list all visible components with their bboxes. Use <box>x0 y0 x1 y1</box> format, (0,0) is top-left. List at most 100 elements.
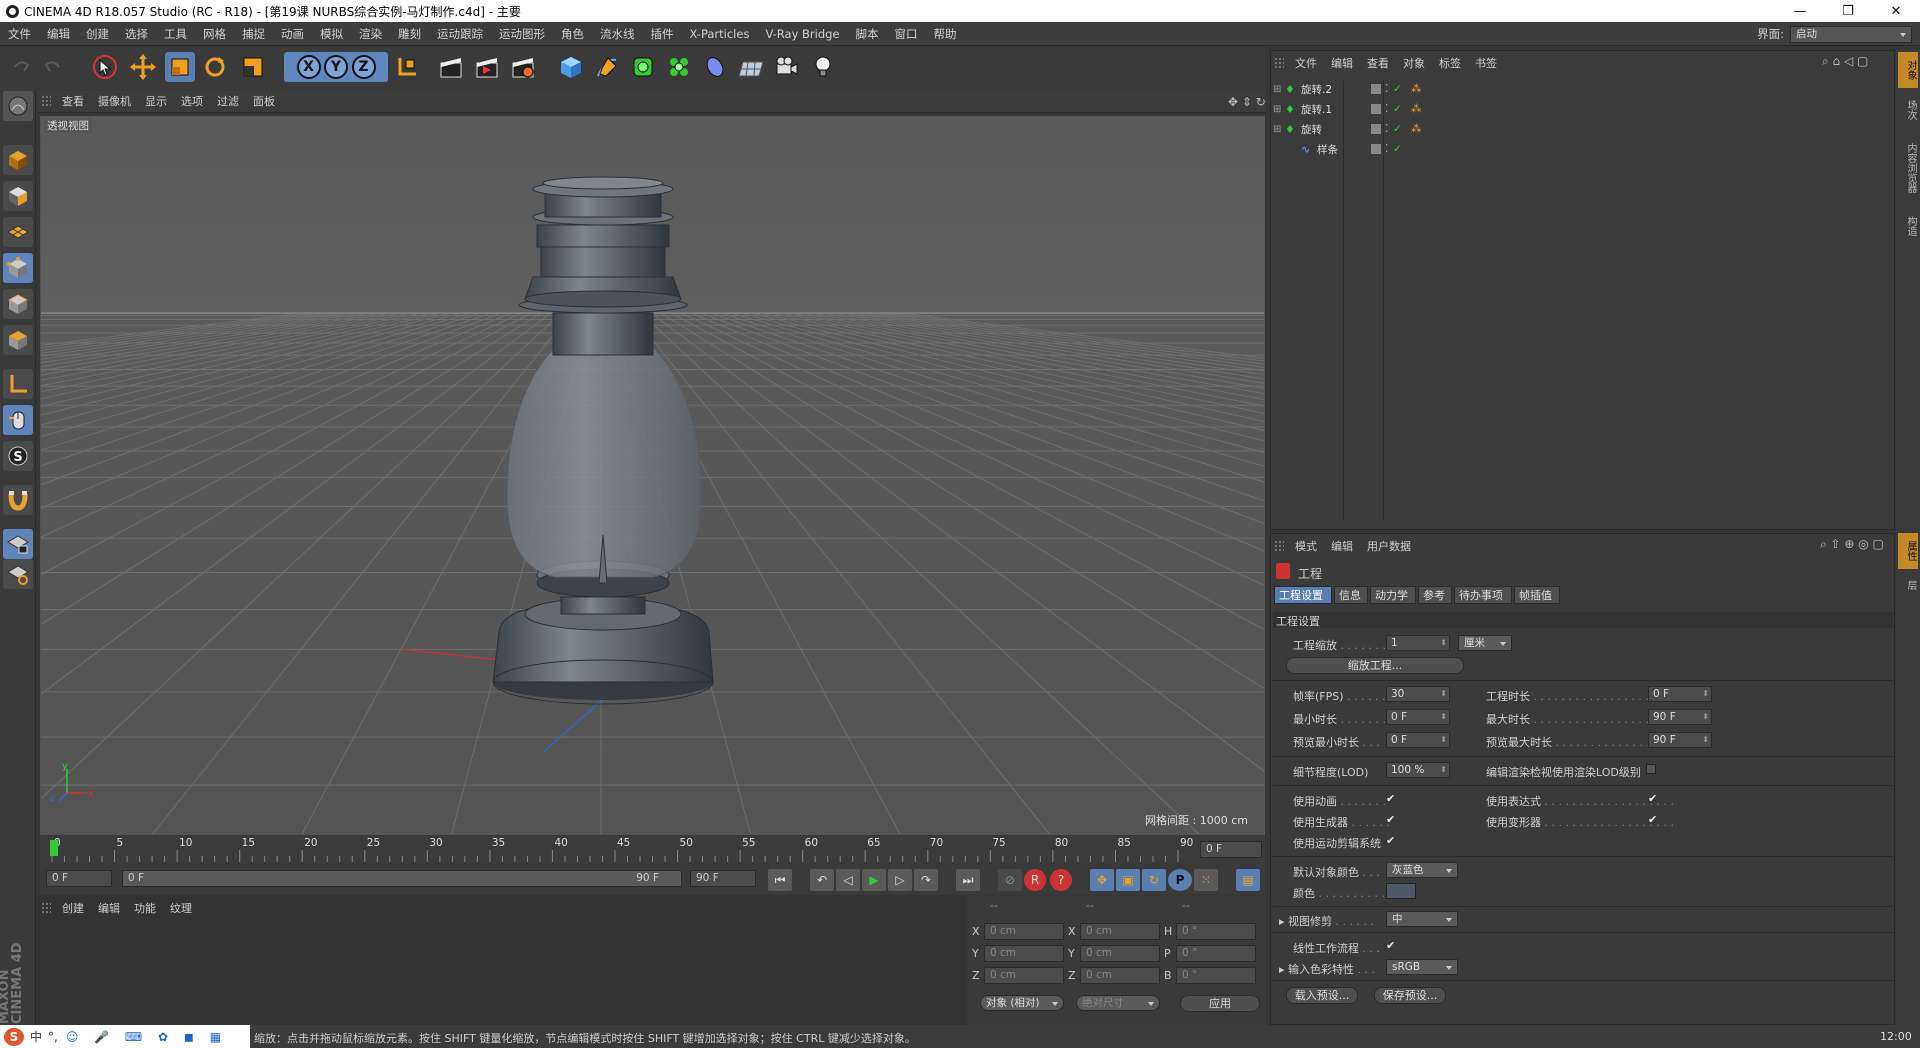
play-button[interactable]: ▶ <box>862 869 886 891</box>
layer-icon[interactable] <box>1371 144 1381 154</box>
object-row[interactable]: ∿ 样条 ⁚ ✓ <box>1273 140 1873 158</box>
menu-item-20[interactable]: 帮助 <box>926 26 965 42</box>
viewport-menu-item[interactable]: 选项 <box>174 93 210 109</box>
menu-item-18[interactable]: 脚本 <box>848 26 887 42</box>
move-button[interactable] <box>128 52 158 82</box>
visibility-dots-icon[interactable]: ⁚ <box>1385 83 1393 95</box>
camera-button[interactable] <box>772 52 802 82</box>
apply-button[interactable]: 应用 <box>1180 995 1260 1012</box>
goto-end-button[interactable]: ⏭ <box>956 869 980 891</box>
object-name[interactable]: 样条 <box>1317 142 1361 157</box>
use-generators-checkbox[interactable]: ✔ <box>1386 814 1397 825</box>
color-swatch[interactable] <box>1386 883 1416 899</box>
menu-item-13[interactable]: 角色 <box>553 26 592 42</box>
viewport-menu-item[interactable]: 面板 <box>246 93 282 109</box>
load-preset-button[interactable]: 载入预设... <box>1286 987 1358 1004</box>
object-manager-tools[interactable]: ⌕ ⌂ ◁ ▢ <box>1822 54 1868 69</box>
prev-frame-button[interactable]: ◁ <box>836 869 860 891</box>
start-frame-field[interactable]: 0 F <box>46 870 112 887</box>
coordinate-system-button[interactable] <box>392 52 422 82</box>
timeline-window-button[interactable]: ▤ <box>1236 869 1260 891</box>
color-profile-dropdown[interactable]: sRGB <box>1386 959 1458 975</box>
coord-field[interactable]: 0 ° <box>1176 923 1256 940</box>
menu-item-12[interactable]: 运动图形 <box>491 26 553 42</box>
linear-workflow-checkbox[interactable]: ✔ <box>1386 940 1397 951</box>
keyframe-selection-button[interactable]: ⊘ <box>998 869 1022 891</box>
ime-toolbar[interactable]: S 中 °, ☺ 🎤 ⌨ ✿ ◼ ▦ <box>0 1025 250 1048</box>
render-picture-button[interactable] <box>472 52 502 82</box>
enabled-check-icon[interactable]: ✓ <box>1393 143 1403 155</box>
viewport-menu-item[interactable]: 查看 <box>55 93 91 109</box>
autokey-button[interactable]: ? <box>1050 869 1072 891</box>
attribute-tab[interactable]: 动力学 <box>1370 586 1416 604</box>
max-time-input[interactable]: 90 F <box>1648 709 1712 725</box>
coord-size-dropdown[interactable]: 绝对尺寸 <box>1076 995 1160 1011</box>
minimize-button[interactable]: — <box>1776 0 1824 22</box>
object-row[interactable]: ⊞ ♦ 旋转.1 ⁚ ✓ ⁂ <box>1273 100 1873 118</box>
attribute-tab[interactable]: 待办事项 <box>1454 586 1512 604</box>
attribute-tab[interactable]: 帧插值 <box>1514 586 1560 604</box>
coord-mode-dropdown[interactable]: 对象 (相对) <box>980 995 1064 1011</box>
object-menu-item[interactable]: 标签 <box>1432 55 1468 71</box>
right-tab[interactable]: 对象 <box>1898 52 1918 88</box>
menu-item-2[interactable]: 创建 <box>78 26 117 42</box>
right-tab[interactable]: 属性 <box>1898 533 1918 569</box>
object-menu-item[interactable]: 对象 <box>1396 55 1432 71</box>
object-row[interactable]: ⊞ ♦ 旋转.2 ⁚ ✓ ⁂ <box>1273 80 1873 98</box>
attribute-menu-item[interactable]: 编辑 <box>1324 538 1360 554</box>
duration-input[interactable]: 0 F <box>1648 686 1712 702</box>
expand-icon[interactable]: ⊞ <box>1273 104 1285 115</box>
points-mode-button[interactable] <box>3 253 33 283</box>
menu-item-4[interactable]: 工具 <box>156 26 195 42</box>
end-frame-field[interactable]: 90 F <box>690 870 756 887</box>
enabled-check-icon[interactable]: ✓ <box>1393 83 1403 95</box>
object-name[interactable]: 旋转.1 <box>1301 102 1345 117</box>
min-time-input[interactable]: 0 F <box>1386 709 1450 725</box>
cloner-button[interactable] <box>664 52 694 82</box>
viewport-menu-item[interactable]: 过滤 <box>210 93 246 109</box>
close-button[interactable]: ✕ <box>1872 0 1920 22</box>
object-name[interactable]: 旋转.2 <box>1301 82 1345 97</box>
menu-item-10[interactable]: 雕刻 <box>390 26 429 42</box>
right-tab[interactable]: 场次 <box>1898 92 1918 128</box>
model-mode-button[interactable] <box>3 145 33 175</box>
scale-button[interactable] <box>165 52 195 82</box>
key-rotation-button[interactable]: ↻ <box>1142 869 1166 891</box>
x-axis-button[interactable]: X <box>296 55 321 79</box>
key-position-button[interactable]: ✥ <box>1090 869 1114 891</box>
perspective-viewport[interactable] <box>40 116 1265 835</box>
cube-button[interactable] <box>556 52 586 82</box>
object-menu-item[interactable]: 书签 <box>1468 55 1504 71</box>
preview-max-input[interactable]: 90 F <box>1648 732 1712 748</box>
attribute-menu-item[interactable]: 模式 <box>1288 538 1324 554</box>
layout-dropdown[interactable]: 启动 <box>1790 25 1912 43</box>
menu-item-19[interactable]: 窗口 <box>887 26 926 42</box>
menu-item-11[interactable]: 运动跟踪 <box>429 26 491 42</box>
menu-item-5[interactable]: 网格 <box>195 26 234 42</box>
make-editable-button[interactable] <box>3 91 33 121</box>
default-color-dropdown[interactable]: 灰蓝色 <box>1386 862 1458 878</box>
object-name[interactable]: 旋转 <box>1301 122 1345 137</box>
rotate-button[interactable] <box>200 52 230 82</box>
lock-workplane-button[interactable] <box>3 529 33 559</box>
last-tool-button[interactable] <box>238 52 268 82</box>
menu-item-17[interactable]: V-Ray Bridge <box>757 27 847 41</box>
right-tab[interactable]: 内容浏览器 <box>1898 132 1918 204</box>
render-view-button[interactable] <box>436 52 466 82</box>
coord-field[interactable]: 0 cm <box>984 967 1064 984</box>
view-clip-dropdown[interactable]: 中 <box>1386 911 1458 927</box>
menu-item-9[interactable]: 渲染 <box>351 26 390 42</box>
visibility-dots-icon[interactable]: ⁚ <box>1385 103 1393 115</box>
scale-unit-dropdown[interactable]: 厘米 <box>1458 635 1512 651</box>
material-menu-item[interactable]: 创建 <box>55 900 91 916</box>
object-menu-item[interactable]: 编辑 <box>1324 55 1360 71</box>
preview-range-slider[interactable]: 0 F 90 F <box>122 870 682 887</box>
polygons-mode-button[interactable] <box>3 325 33 355</box>
redo-button[interactable] <box>38 52 68 82</box>
layer-icon[interactable] <box>1371 84 1381 94</box>
visibility-dots-icon[interactable]: ⁚ <box>1385 123 1393 135</box>
visibility-dots-icon[interactable]: ⁚ <box>1385 143 1393 155</box>
scale-project-button[interactable]: 缩放工程... <box>1286 657 1464 674</box>
layer-icon[interactable] <box>1371 104 1381 114</box>
edges-mode-button[interactable] <box>3 289 33 319</box>
